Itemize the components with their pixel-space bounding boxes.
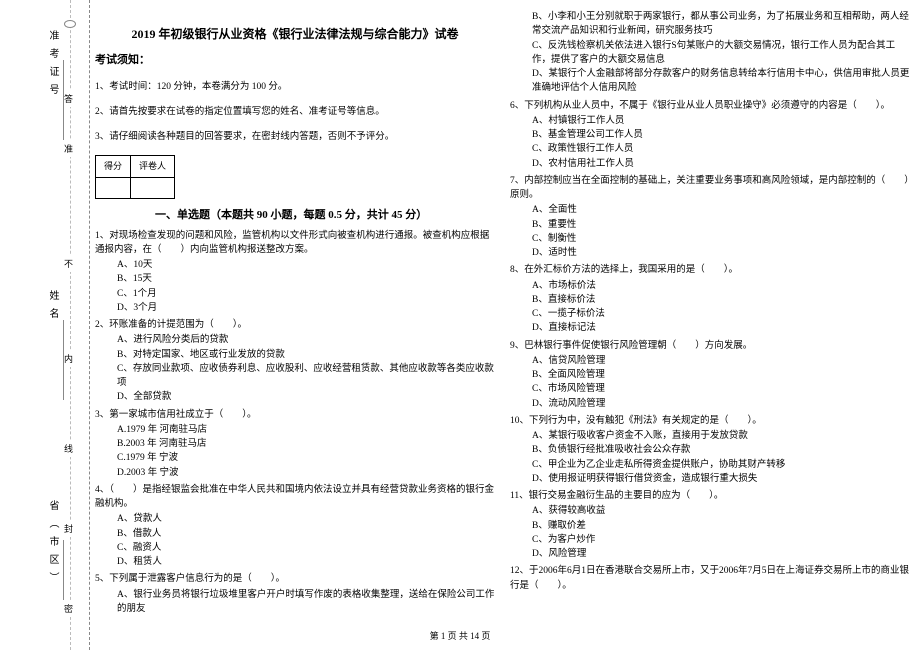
option[interactable]: A、银行业务员将银行垃圾堆里客户开户时填写作废的表格收集整理，送给在保险公司工作… [117,588,495,617]
fill-line [63,540,64,600]
option[interactable]: D、直接标记法 [532,321,910,335]
option[interactable]: A、获得较高收益 [532,504,910,518]
option[interactable]: C、存放同业款项、应收债券利息、应收股利、应收经营租赁款、其他应收款等各类应收款… [117,362,495,391]
notice-title: 考试须知： [95,52,495,70]
option[interactable]: B、直接标价法 [532,293,910,307]
notice-item: 1、考试时间：120 分钟，本卷满分为 100 分。 [95,80,495,95]
fill-line [63,320,64,400]
question-stem: 8、在外汇标价方法的选择上，我国采用的是（ ）。 [510,263,910,277]
option[interactable]: D、农村信用社工作人员 [532,157,910,171]
option[interactable]: C、一揽子标价法 [532,307,910,321]
option[interactable]: C、1个月 [117,287,495,301]
option[interactable]: C、制衡性 [532,232,910,246]
binding-sidebar: 答 准 不 内 线 封 密 准考证号 姓名 省（市区） [0,0,90,650]
option[interactable]: A、村镇银行工作人员 [532,114,910,128]
option[interactable]: C.1979 年 宁波 [117,451,495,465]
option[interactable]: C、政策性银行工作人员 [532,142,910,156]
option[interactable]: B、15天 [117,272,495,286]
option[interactable]: A、全面性 [532,203,910,217]
score-header: 得分 [96,156,131,177]
option[interactable]: B、重要性 [532,218,910,232]
option[interactable]: C、为客户炒作 [532,533,910,547]
option[interactable]: C、融资人 [117,541,495,555]
notice-item: 2、请首先按要求在试卷的指定位置填写您的姓名、准考证号等信息。 [95,105,495,120]
question-stem: 7、内部控制应当在全面控制的基础上，关注重要业务事项和高风险领域，是内部控制的（… [510,174,910,203]
option[interactable]: C、反洗钱检察机关依法进入银行S句某账户的大额交易情况，银行工作人员为配合其工作… [532,39,910,68]
question-stem: 1、对现场检查发现的问题和风险，监管机构以文件形式向被查机构进行通报。被查机构应… [95,229,495,258]
option[interactable]: A.1979 年 河南驻马店 [117,423,495,437]
option[interactable]: B、赚取价差 [532,519,910,533]
option[interactable]: B、全面风险管理 [532,368,910,382]
option[interactable]: A、10天 [117,258,495,272]
question-stem: 4、（ ）是指经银监会批准在中华人民共和国境内依法设立并具有经营贷款业务资格的银… [95,483,495,512]
page-footer: 第 1 页 共 14 页 [0,629,920,642]
option[interactable]: D、使用报证明获得银行借贷资金，造成银行重大损失 [532,472,910,486]
option[interactable]: D、流动风险管理 [532,397,910,411]
option[interactable]: D、3个月 [117,301,495,315]
question-stem: 2、环账准备的计提范围为（ ）。 [95,318,495,332]
option[interactable]: D、某银行个人金融部将部分存款客户的财务信息转给本行信用卡中心，供信用审批人员更… [532,67,910,96]
question-stem: 6、下列机构从业人员中，不属于《银行业从业人员职业操守》必须遵守的内容是（ ）。 [510,99,910,113]
question-stem: 5、下列属于泄露客户信息行为的是（ ）。 [95,572,495,586]
option[interactable]: A、进行风险分类后的贷款 [117,333,495,347]
exam-title: 2019 年初级银行从业资格《银行业法律法规与综合能力》试卷 [95,25,495,44]
option[interactable]: B、基金管理公司工作人员 [532,128,910,142]
option[interactable]: C、市场风险管理 [532,382,910,396]
option[interactable]: B、借款人 [117,527,495,541]
question-stem: 12、于2006年6月1日在香港联合交易所上市，又于2006年7月5日在上海证券… [510,564,910,593]
option[interactable]: B.2003 年 河南驻马店 [117,437,495,451]
option[interactable]: A、某银行吸收客户资金不入账，直接用于发放贷款 [532,429,910,443]
name-label: 姓名 [45,290,60,326]
fill-line [63,60,64,140]
question-stem: 3、第一家城市信用社成立于（ ）。 [95,408,495,422]
option[interactable]: A、市场标价法 [532,279,910,293]
option[interactable]: D、适时性 [532,246,910,260]
grader-header: 评卷人 [131,156,175,177]
question-stem: 9、巴林银行事件促使银行风险管理朝（ ）方向发展。 [510,339,910,353]
option[interactable]: B、对特定国家、地区或行业发放的贷款 [117,348,495,362]
question-stem: 10、下列行为中，没有触犯《刑法》有关规定的是（ ）。 [510,414,910,428]
score-table: 得分 评卷人 [95,155,175,199]
option[interactable]: D、租赁人 [117,555,495,569]
notice-item: 3、请仔细阅读各种题目的回答要求，在密封线内答题，否则不予评分。 [95,130,495,145]
main-content: 2019 年初级银行从业资格《银行业法律法规与综合能力》试卷 考试须知： 1、考… [95,10,915,616]
question-stem: 11、银行交易金融衍生品的主要目的应为（ ）。 [510,489,910,503]
option[interactable]: D.2003 年 宁波 [117,466,495,480]
sidebar-labels: 准考证号 姓名 省（市区） [15,0,85,650]
grader-cell[interactable] [131,177,175,198]
option[interactable]: B、小李和小王分别就职于两家银行，都从事公司业务，为了拓展业务和互相帮助，两人经… [532,10,910,39]
score-cell[interactable] [96,177,131,198]
province-label: 省（市区） [45,500,60,590]
left-column: 2019 年初级银行从业资格《银行业法律法规与综合能力》试卷 考试须知： 1、考… [95,10,495,616]
exam-id-label: 准考证号 [45,30,60,102]
option[interactable]: D、风险管理 [532,547,910,561]
option[interactable]: A、信贷风险管理 [532,354,910,368]
option[interactable]: C、甲企业为乙企业走私所得资金提供账户，协助其财产转移 [532,458,910,472]
option[interactable]: A、贷款人 [117,512,495,526]
section-title: 一、单选题（本题共 90 小题，每题 0.5 分，共计 45 分） [155,207,495,225]
right-column: B、小李和小王分别就职于两家银行，都从事公司业务，为了拓展业务和互相帮助，两人经… [510,10,910,616]
option[interactable]: B、负债银行经批准吸收社会公众存款 [532,443,910,457]
option[interactable]: D、全部贷款 [117,390,495,404]
